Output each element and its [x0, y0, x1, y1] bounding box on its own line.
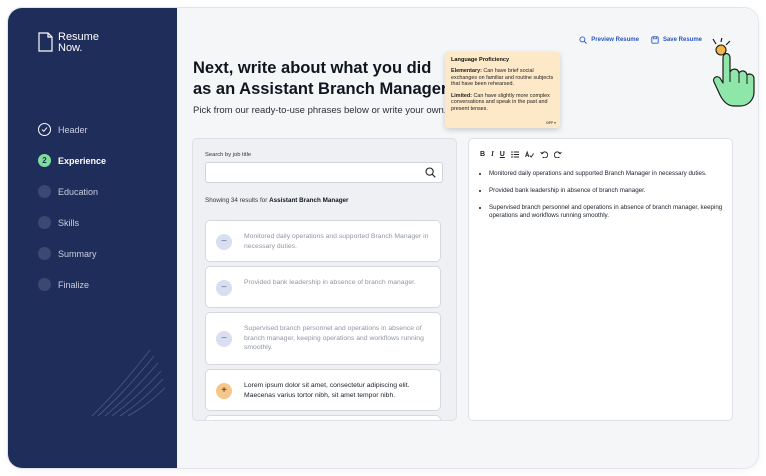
bullet-list-icon[interactable]	[511, 150, 519, 158]
sidebar: Resume Now. Header 2 Experience Educatio…	[8, 8, 177, 468]
remove-icon[interactable]: −	[216, 280, 232, 296]
undo-icon[interactable]	[540, 150, 548, 158]
step-skills[interactable]: Skills	[38, 207, 106, 238]
save-icon	[651, 36, 659, 44]
preview-resume-button[interactable]: Preview Resume	[579, 36, 639, 44]
add-icon[interactable]: +	[216, 383, 232, 399]
step-dot	[38, 185, 51, 198]
phrase-card[interactable]: + Lorem ipsum dolor sit amet, consectetu…	[205, 369, 441, 411]
page-subtitle: Pick from our ready-to-use phrases below…	[193, 105, 447, 116]
step-dot	[38, 216, 51, 229]
list-item: Provided bank leadership in absence of b…	[489, 187, 729, 195]
step-number: 2	[38, 154, 51, 167]
step-dot	[38, 247, 51, 260]
step-education[interactable]: Education	[38, 176, 106, 207]
step-experience[interactable]: 2 Experience	[38, 145, 106, 176]
step-label: Finalize	[58, 279, 90, 290]
search-label: Search by job title	[205, 152, 252, 158]
spellcheck-icon[interactable]	[524, 150, 534, 158]
remove-icon[interactable]: −	[216, 331, 232, 347]
text-editor[interactable]: B I U Monitored daily operations and sup…	[468, 138, 733, 421]
step-dot	[38, 278, 51, 291]
phrase-card[interactable]: − Monitored daily operations and support…	[205, 220, 441, 262]
step-label: Education	[58, 186, 99, 197]
results-count: Showing 34 results for Assistant Branch …	[205, 197, 349, 204]
phrase-card[interactable]: − Provided bank leadership in absence of…	[205, 266, 441, 308]
top-actions: Preview Resume Save Resume	[579, 36, 702, 44]
step-label: Summary	[58, 248, 97, 259]
brand-logo[interactable]: Resume Now.	[38, 32, 99, 54]
redo-icon[interactable]	[553, 150, 562, 158]
check-icon	[38, 123, 51, 136]
step-label: Header	[58, 124, 88, 135]
list-item: Monitored daily operations and supported…	[489, 170, 729, 178]
step-finalize[interactable]: Finalize	[38, 269, 106, 300]
tooltip-off-toggle[interactable]: OFF ▾	[546, 121, 556, 125]
editor-content[interactable]: Monitored daily operations and supported…	[480, 170, 729, 229]
progress-steps: Header 2 Experience Education Skills Sum…	[38, 114, 106, 300]
bold-button[interactable]: B	[480, 151, 485, 158]
phrase-card[interactable]: − Supervised branch personnel and operat…	[205, 312, 441, 365]
brand-name: Resume Now.	[58, 31, 99, 54]
phrase-card[interactable]	[205, 415, 441, 420]
tooltip-body: Elementary: Can have brief social exchan…	[451, 68, 554, 112]
italic-button[interactable]: I	[491, 150, 494, 158]
zoom-icon	[579, 36, 588, 44]
step-summary[interactable]: Summary	[38, 238, 106, 269]
step-label: Experience	[58, 155, 107, 166]
search-input[interactable]	[205, 162, 443, 183]
app-window: Resume Now. Header 2 Experience Educatio…	[8, 8, 758, 468]
step-label: Skills	[58, 217, 80, 228]
underline-button[interactable]: U	[500, 151, 505, 158]
search-icon[interactable]	[425, 167, 436, 178]
document-icon	[38, 32, 53, 52]
language-proficiency-tooltip: Language Proficiency Elementary: Can hav…	[445, 52, 560, 128]
save-resume-button[interactable]: Save Resume	[651, 36, 702, 44]
editor-toolbar: B I U	[480, 150, 562, 158]
remove-icon[interactable]: −	[216, 234, 232, 250]
page-title: Next, write about what you did as an Ass…	[193, 59, 448, 98]
list-item: Supervised branch personnel and operatio…	[489, 204, 729, 221]
phrase-panel: Search by job title Showing 34 results f…	[192, 138, 457, 421]
step-header[interactable]: Header	[38, 114, 106, 145]
pointer-hand-icon	[712, 38, 755, 107]
decorative-lines	[91, 349, 166, 417]
